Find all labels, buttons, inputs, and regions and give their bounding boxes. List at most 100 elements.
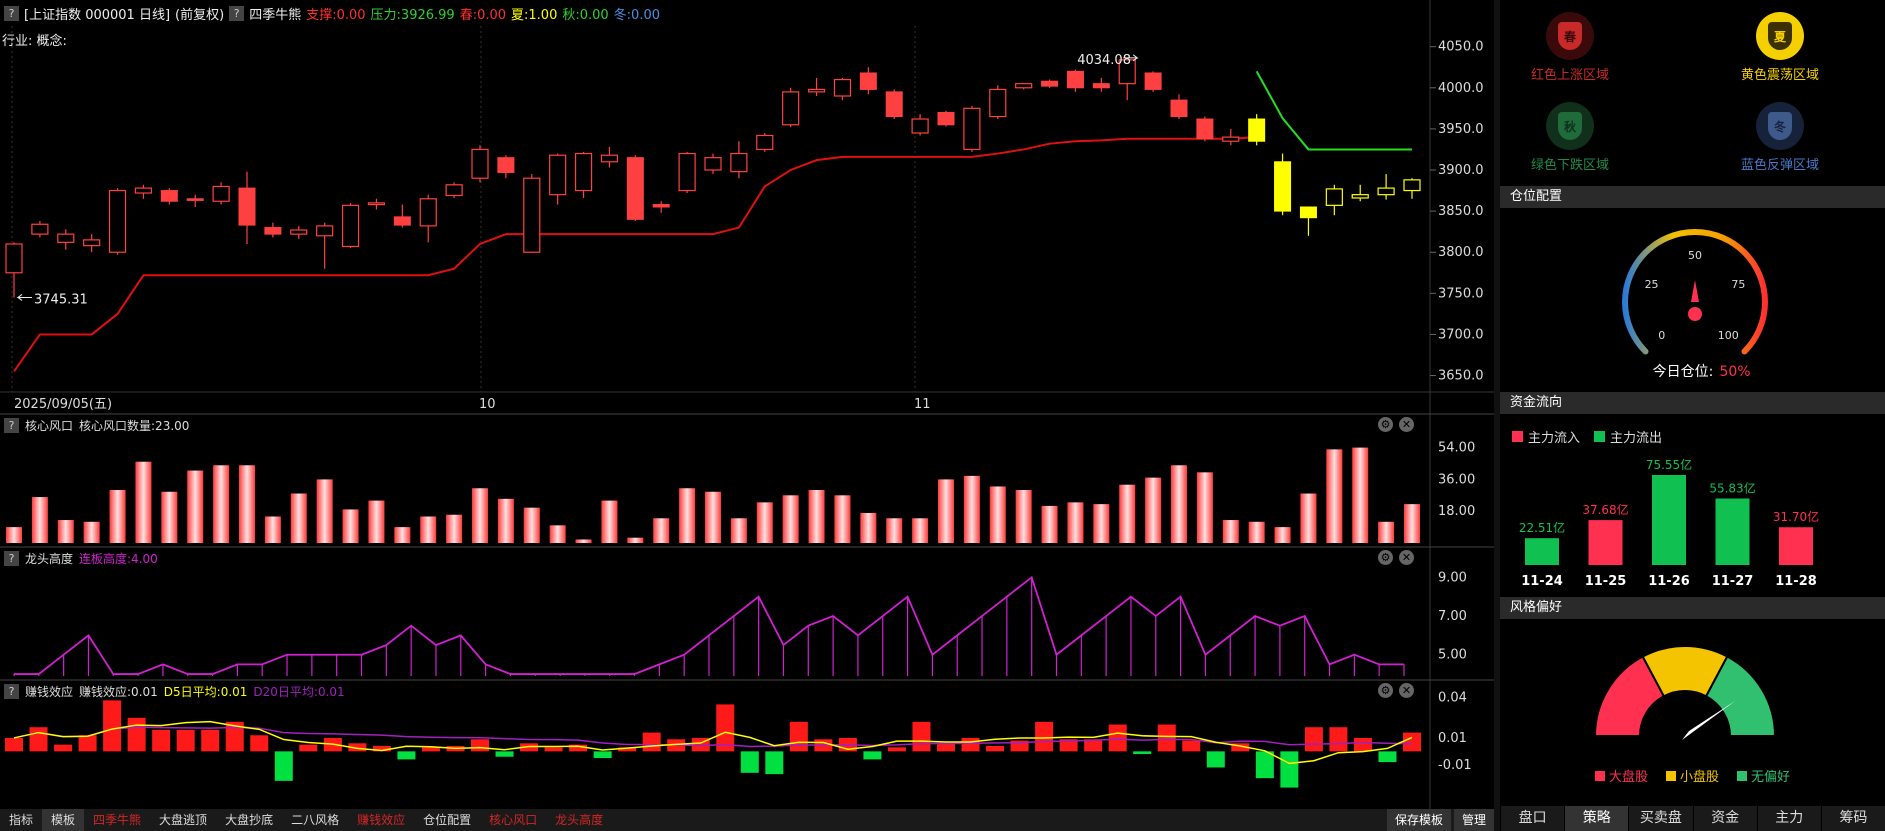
- autumn-badge: 秋: [1546, 102, 1594, 150]
- candle-body: [730, 152, 748, 173]
- money-bar: [1157, 724, 1176, 752]
- rtab-orderbook[interactable]: 盘口: [1500, 806, 1564, 831]
- money-bar: [54, 744, 73, 752]
- money-axis-label: 0.04: [1438, 691, 1467, 706]
- style-legend-none: 无偏好: [1737, 766, 1790, 785]
- rtab-bidask[interactable]: 买卖盘: [1628, 806, 1692, 831]
- core-wind-bar: [1067, 502, 1084, 543]
- candle: [678, 151, 696, 194]
- core-wind-bar: [368, 500, 385, 543]
- candle: [1299, 206, 1317, 236]
- candle: [393, 204, 411, 228]
- candle-body: [523, 177, 541, 253]
- tab-28-style[interactable]: 二八风格: [282, 809, 348, 831]
- money-bar: [1353, 737, 1372, 752]
- candle: [1066, 69, 1084, 92]
- legend-outflow: 主力流出: [1594, 427, 1662, 446]
- tab-indicator[interactable]: 指标: [0, 809, 42, 831]
- tab-buy-bottom[interactable]: 大盘抄底: [216, 809, 282, 831]
- money-bar: [1255, 751, 1274, 779]
- tab-money-effect[interactable]: 赚钱效应: [348, 809, 414, 831]
- fundflow-section-title: 资金流向: [1500, 392, 1885, 414]
- core-wind-bar: [1145, 477, 1162, 543]
- position-gauge: 0 25 50 75 100 今日仓位: 50%: [1622, 229, 1768, 380]
- save-template-button[interactable]: 保存模板: [1386, 809, 1451, 831]
- money-bar: [863, 751, 882, 760]
- candle: [5, 242, 23, 298]
- tab-template[interactable]: 模板: [42, 809, 85, 831]
- fundflow-date-label: 11-27: [1712, 574, 1754, 589]
- core-wind-bar: [1274, 527, 1291, 543]
- dragon-axis-label: 7.00: [1438, 609, 1467, 624]
- autumn-shield-icon: 秋: [1558, 112, 1582, 140]
- candle: [31, 220, 49, 238]
- candle-body: [1325, 188, 1343, 206]
- candle: [989, 85, 1007, 120]
- spring-badge: 春: [1546, 12, 1594, 60]
- candle-body: [1196, 118, 1214, 140]
- rtab-strategy[interactable]: 策略: [1564, 806, 1629, 831]
- rtab-main-force[interactable]: 主力: [1756, 806, 1821, 831]
- candle-body: [212, 185, 230, 202]
- core-wind-bar: [1119, 484, 1136, 543]
- candle: [497, 155, 515, 179]
- money-bar: [1378, 751, 1397, 763]
- legend-outflow-label: 主力流出: [1610, 431, 1663, 446]
- fundflow-bar: [1779, 527, 1813, 565]
- candle-body: [471, 148, 489, 179]
- manage-button[interactable]: 管理: [1453, 809, 1494, 831]
- money-bar: [152, 729, 171, 752]
- summer-label: 黄色震荡区域: [1740, 68, 1819, 83]
- rtab-funds[interactable]: 资金: [1692, 806, 1757, 831]
- candle: [341, 202, 360, 249]
- price-tick-label: 3850.0: [1438, 204, 1484, 219]
- gauge-tick-label: 50: [1688, 249, 1702, 262]
- candle: [471, 145, 489, 183]
- fundflow-date-label: 11-24: [1521, 574, 1563, 589]
- position-section-title: 仓位配置: [1500, 186, 1885, 208]
- core-wind-bar: [135, 461, 152, 543]
- candle-body: [57, 233, 75, 243]
- fundflow-legend: 主力流入 主力流出: [1512, 427, 1662, 446]
- pressure-line: [1255, 70, 1412, 151]
- money-bar: [250, 735, 269, 752]
- money-bar: [274, 751, 293, 781]
- price-tick-label: 4000.0: [1438, 81, 1484, 96]
- candle: [445, 182, 463, 198]
- candle: [626, 155, 644, 221]
- candle-body: [5, 243, 23, 274]
- money-bar: [1403, 732, 1421, 752]
- candle: [1041, 79, 1059, 88]
- core-wind-bar: [472, 488, 488, 543]
- core-wind-bar: [1404, 504, 1420, 543]
- core-wind-bar: [239, 465, 255, 543]
- tab-position[interactable]: 仓位配置: [414, 809, 480, 831]
- core-wind-bar: [730, 518, 747, 543]
- core-wind-bar: [213, 465, 230, 543]
- money-bar: [986, 745, 1005, 752]
- candle: [1274, 153, 1292, 216]
- tab-escape-top[interactable]: 大盘逃顶: [150, 809, 216, 831]
- money-bar: [912, 721, 931, 752]
- tab-dragon-height[interactable]: 龙头高度: [546, 809, 612, 831]
- money-bar: [887, 747, 906, 752]
- candle-body: [782, 91, 800, 126]
- tab-core-wind[interactable]: 核心风口: [480, 809, 546, 831]
- candle: [57, 229, 75, 250]
- tab-four-seasons[interactable]: 四季牛熊: [84, 809, 150, 831]
- gauge-label: 今日仓位:: [1653, 364, 1714, 380]
- price-tick-label: 3950.0: [1438, 122, 1484, 137]
- core-wind-bar: [886, 518, 903, 543]
- core-wind-bar: [575, 539, 592, 543]
- high-annotation: 4034.08: [1077, 53, 1131, 68]
- rtab-chips[interactable]: 筹码: [1820, 806, 1885, 831]
- date-label-start: 2025/09/05(五): [14, 397, 112, 412]
- price-tick-label: 3750.0: [1438, 286, 1484, 301]
- candle-body: [963, 107, 981, 151]
- candle-body: [1274, 161, 1292, 212]
- money-bar: [5, 737, 23, 752]
- gauge-hub: [1688, 307, 1702, 321]
- candlestick-chart[interactable]: 4050.0 4000.0 3950.0 3900.0 3850.0 3800.0 3750…: [0, 0, 1494, 415]
- candle: [859, 67, 877, 95]
- price-tick-label: 3800.0: [1438, 245, 1484, 260]
